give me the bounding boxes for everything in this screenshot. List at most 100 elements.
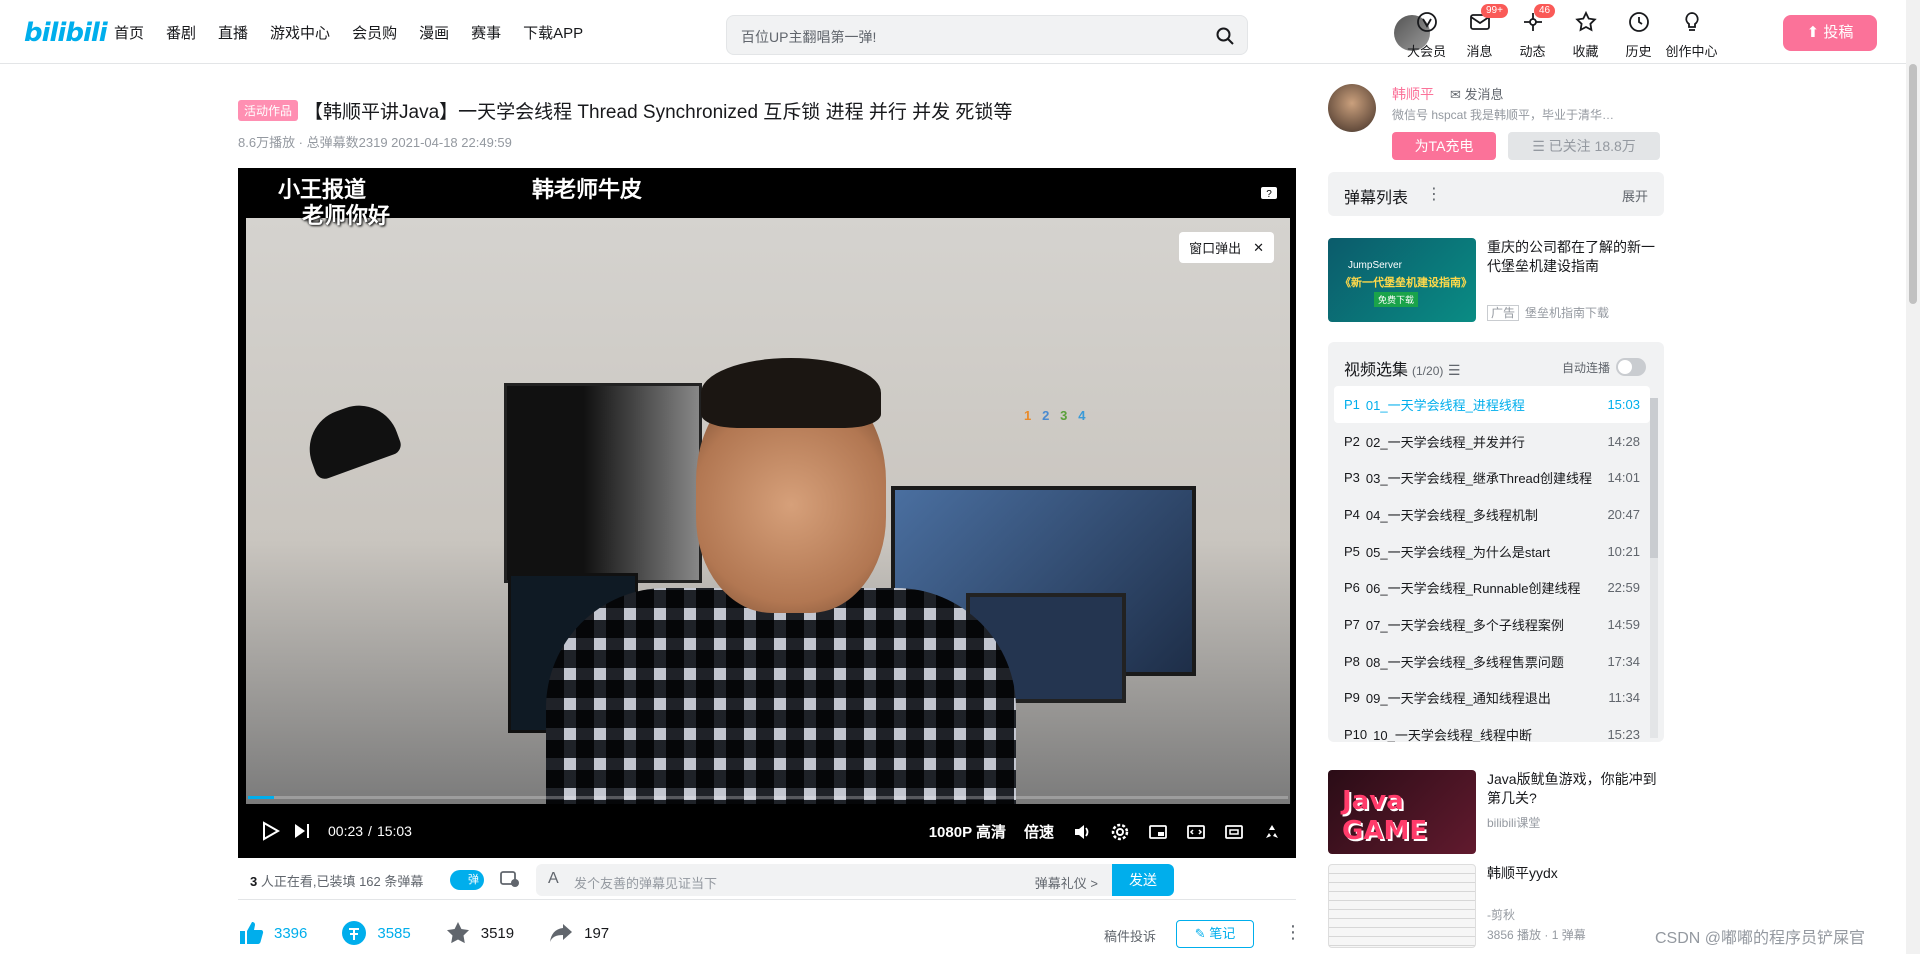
up-avatar[interactable] (1328, 84, 1376, 132)
playlist-item[interactable]: P6 06_一天学会线程_Runnable创建线程 22:59 (1334, 569, 1650, 606)
playlist-item[interactable]: P1 01_一天学会线程_进程线程 15:03 (1334, 386, 1650, 423)
autoplay-control[interactable]: 自动连播 (1562, 358, 1646, 376)
search-input[interactable]: 百位UP主翻唱第一弹! (741, 27, 876, 47)
playlist-item-duration: 15:03 (1607, 396, 1640, 412)
recommend-item[interactable]: 韩顺平yydx -剪秋 3856 播放 · 1 弹幕 (1328, 864, 1668, 954)
creator-entry[interactable]: 创作中心 (1665, 10, 1718, 60)
nav-match[interactable]: 赛事 (471, 22, 501, 43)
history-entry[interactable]: 历史 (1612, 10, 1665, 60)
playlist-item-part: P6 (1344, 580, 1360, 596)
report-link[interactable]: 稿件投诉 (1104, 926, 1156, 945)
coin-button[interactable]: 3585 (341, 920, 411, 946)
playlist-item-title: 06_一天学会线程_Runnable创建线程 (1365, 581, 1581, 597)
share-button[interactable]: 197 (548, 920, 609, 946)
playlist-item-part: P4 (1344, 506, 1360, 522)
recommend-up[interactable]: bilibili课堂 (1487, 814, 1540, 831)
playlist-item[interactable]: P8 08_一天学会线程_多线程售票问题 17:34 (1334, 643, 1650, 680)
nav-game-center[interactable]: 游戏中心 (270, 22, 330, 43)
upload-button[interactable]: ⬆ 投稿 (1783, 15, 1877, 51)
note-button[interactable]: ✎ 笔记 (1176, 920, 1254, 948)
fullscreen-icon[interactable] (1262, 822, 1282, 842)
ad-source-label: 堡垒机指南下载 (1525, 306, 1610, 320)
danmaku-item: 韩老师牛皮 (532, 178, 643, 203)
send-message-link[interactable]: ✉ 发消息 (1450, 84, 1504, 103)
nav-live[interactable]: 直播 (218, 22, 248, 43)
speed-button[interactable]: 倍速 (1024, 821, 1054, 842)
follow-button[interactable]: ☰ 已关注 18.8万 (1508, 132, 1660, 160)
favorite-entry[interactable]: 收藏 (1559, 10, 1612, 60)
volume-icon[interactable] (1072, 822, 1092, 842)
playlist-item[interactable]: P2 02_一天学会线程_并发并行 14:28 (1334, 423, 1650, 460)
list-icon[interactable]: ☰ (1448, 362, 1461, 378)
autoplay-label: 自动连播 (1561, 360, 1610, 375)
follow-label: 已关注 18.8万 (1548, 138, 1636, 154)
danmaku-toggle[interactable]: 弹 (450, 870, 484, 890)
video-title: 【韩顺平讲Java】一天学会线程 Thread Synchronized 互斥锁… (304, 102, 1013, 123)
danmaku-setting-icon[interactable]: ? (1260, 186, 1278, 202)
playlist-item[interactable]: P4 04_一天学会线程_多线程机制 20:47 (1334, 496, 1650, 533)
danmaku-input[interactable]: A 发个友善的弹幕见证当下 弹幕礼仪 > (536, 864, 1112, 896)
svg-text:?: ? (1266, 189, 1272, 200)
nav-manga[interactable]: 漫画 (419, 22, 449, 43)
recommend-thumb-text: Java GAME (1342, 786, 1428, 846)
autoplay-switch[interactable] (1616, 358, 1646, 376)
dynamic-entry[interactable]: 46 动态 (1506, 4, 1559, 60)
like-button[interactable]: 3396 (238, 920, 307, 946)
quality-button[interactable]: 1080P 高清 (929, 821, 1006, 842)
vip-entry[interactable]: 大会员 (1400, 10, 1453, 60)
more-icon[interactable]: ⋮ (1426, 184, 1442, 204)
pip-icon[interactable] (1148, 822, 1168, 842)
settings-icon[interactable] (1110, 822, 1130, 842)
recommend-title[interactable]: 韩顺平yydx (1487, 864, 1667, 883)
text-style-icon[interactable]: A (548, 870, 559, 888)
video-player[interactable]: 1 2 3 4 窗口弹出 ✕ 小王报道 老师你好 韩老师牛皮 ? 00:23 / … (238, 168, 1296, 858)
progress-bar[interactable] (248, 796, 1288, 799)
playlist-item[interactable]: P10 10_一天学会线程_线程中断 15:23 (1334, 716, 1650, 742)
playlist-item[interactable]: P7 07_一天学会线程_多个子线程案例 14:59 (1334, 606, 1650, 643)
close-icon[interactable]: ✕ (1253, 240, 1264, 256)
activity-tag[interactable]: 活动作品 (238, 100, 299, 121)
widescreen-icon[interactable] (1186, 822, 1206, 842)
popout-tip[interactable]: 窗口弹出 ✕ (1179, 232, 1274, 263)
nav-anime[interactable]: 番剧 (166, 22, 196, 43)
charge-button[interactable]: 为TA充电 (1392, 132, 1496, 160)
send-danmaku-button[interactable]: 发送 (1112, 864, 1174, 896)
nav-home[interactable]: 首页 (114, 22, 144, 43)
playlist-item-title: 01_一天学会线程_进程线程 (1365, 397, 1525, 413)
dynamic-badge: 46 (1534, 4, 1556, 18)
up-name[interactable]: 韩顺平 (1392, 84, 1434, 104)
video-person-body (546, 588, 1016, 804)
danmaku-style-icon[interactable] (500, 870, 520, 888)
favorite-button[interactable]: 3519 (445, 920, 514, 946)
recommend-thumbnail[interactable]: Java GAME (1328, 770, 1476, 854)
search-icon[interactable] (1215, 26, 1235, 46)
playlist-title: 视频选集 (1344, 362, 1409, 379)
bilibili-logo[interactable]: bilibili (24, 18, 108, 48)
video-frame[interactable]: 1 2 3 4 窗口弹出 ✕ (246, 218, 1290, 804)
search-box[interactable]: 百位UP主翻唱第一弹! (726, 15, 1248, 55)
playlist-scrollbar[interactable] (1650, 398, 1658, 738)
nav-mall[interactable]: 会员购 (352, 22, 397, 43)
ad-source[interactable]: 广告 堡垒机指南下载 (1487, 304, 1609, 321)
nav-download-app[interactable]: 下载APP (523, 22, 583, 43)
ad-thumbnail[interactable]: JumpServer 《新一代堡垒机建设指南》 免费下载 (1328, 238, 1476, 322)
play-icon[interactable] (260, 821, 280, 841)
playlist-item[interactable]: P9 09_一天学会线程_通知线程退出 11:34 (1334, 680, 1650, 717)
danmaku-list-panel[interactable]: 弹幕列表 ⋮ 展开 (1328, 172, 1664, 216)
webfullscreen-icon[interactable] (1224, 822, 1244, 842)
danmaku-list-expand[interactable]: 展开 (1622, 186, 1648, 205)
more-icon[interactable]: ⋮ (1284, 922, 1302, 943)
page-scrollbar[interactable] (1906, 0, 1920, 954)
playlist-item-part: P10 (1344, 727, 1368, 742)
ad-title[interactable]: 重庆的公司都在了解的新一代堡垒机建设指南 (1487, 238, 1667, 276)
playlist-item-title: 02_一天学会线程_并发并行 (1365, 434, 1525, 450)
next-icon[interactable] (292, 821, 312, 841)
recommend-item[interactable]: Java GAME Java版鱿鱼游戏，你能冲到第几关? bilibili课堂 (1328, 770, 1668, 860)
recommend-up[interactable]: -剪秋 (1487, 906, 1515, 923)
danmaku-etiquette-link[interactable]: 弹幕礼仪 > (1035, 873, 1098, 892)
message-entry[interactable]: 99+ 消息 (1453, 4, 1508, 60)
playlist-item[interactable]: P3 03_一天学会线程_继承Thread创建线程 14:01 (1334, 459, 1650, 496)
recommend-title[interactable]: Java版鱿鱼游戏，你能冲到第几关? (1487, 770, 1667, 808)
recommend-thumbnail[interactable] (1328, 864, 1476, 948)
playlist-item[interactable]: P5 05_一天学会线程_为什么是start 10:21 (1334, 533, 1650, 570)
